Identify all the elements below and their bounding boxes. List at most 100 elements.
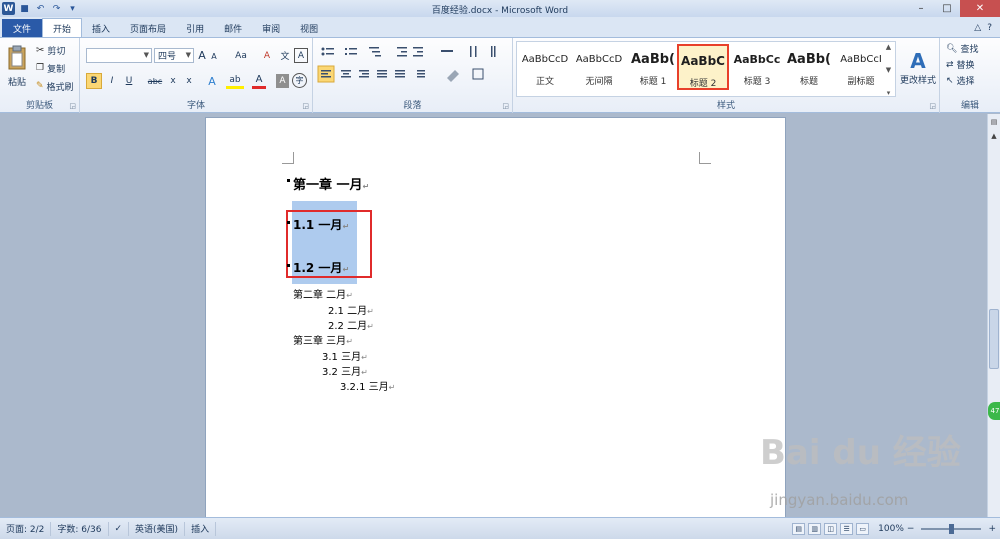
body-line[interactable]: 3.1 三月↵ — [322, 348, 368, 363]
paragraph-mark: ↵ — [367, 322, 374, 331]
replace-button[interactable]: ⇄ 替换 — [946, 58, 975, 72]
body-line[interactable]: 第三章 三月↵ — [293, 332, 353, 347]
body-line[interactable]: 2.2 二月↵ — [328, 317, 374, 332]
tab-file[interactable]: 文件 — [2, 19, 43, 37]
font-color-button[interactable]: A — [252, 73, 266, 89]
character-border-button[interactable]: A — [294, 48, 308, 63]
format-painter-button[interactable]: ✎ 格式刷 — [36, 79, 74, 93]
body-line[interactable]: 3.2 三月↵ — [322, 363, 368, 378]
side-badge[interactable]: 47 — [988, 402, 1000, 420]
style-heading-2[interactable]: AaBbC 标题 2 — [677, 44, 729, 90]
style-subtitle[interactable]: AaBbCcI 副标题 — [835, 44, 887, 90]
minimize-button[interactable]: – — [908, 0, 934, 17]
enclose-characters-button[interactable]: 字 — [292, 73, 307, 88]
paragraph-launcher-icon[interactable]: ◲ — [502, 102, 509, 110]
paste-button[interactable]: 粘贴 — [4, 42, 30, 90]
select-icon: ↖ — [946, 75, 954, 86]
window-title: 百度经验.docx - Microsoft Word — [431, 6, 569, 16]
style-sample: AaBbCcD — [521, 53, 569, 65]
tab-insert[interactable]: 插入 — [82, 19, 120, 37]
gallery-scroll[interactable]: ▲ ▼ ▾ — [883, 43, 894, 97]
find-button[interactable]: 🔍︎ 查找 — [946, 42, 978, 56]
select-button[interactable]: ↖ 选择 — [946, 74, 975, 88]
zoom-out-icon[interactable]: − — [907, 524, 915, 534]
heading-2-line[interactable]: 1.2 一月↵ — [293, 259, 349, 276]
font-size-combo[interactable]: 四号 ▼ — [154, 48, 194, 63]
customize-qat-icon[interactable]: ▾ — [66, 2, 79, 15]
style-name: 标题 3 — [743, 77, 771, 87]
body-line[interactable]: 2.1 二月↵ — [328, 302, 374, 317]
cut-button[interactable]: ✂ 剪切 — [36, 43, 65, 57]
text-effect-button[interactable]: A — [204, 73, 220, 89]
web-layout-view-icon[interactable]: ◫ — [824, 522, 838, 535]
style-title[interactable]: AaBb( 标题 — [783, 44, 835, 90]
ruler-toggle-icon[interactable]: ▤ — [988, 116, 1000, 128]
find-icon: 🔍︎ — [946, 43, 958, 54]
maximize-button[interactable]: □ — [934, 0, 960, 17]
scroll-up-icon[interactable]: ▲ — [988, 130, 1000, 142]
copy-button[interactable]: ❐ 复制 — [36, 61, 65, 75]
zoom-level[interactable]: 100% — [878, 524, 904, 534]
word-count[interactable]: 字数: 6/36 — [51, 521, 109, 536]
vertical-scrollbar[interactable]: ▤ ▲ — [987, 114, 1000, 517]
undo-icon[interactable]: ↶ — [34, 2, 47, 15]
heading-2-line[interactable]: 1.1 一月↵ — [293, 216, 349, 233]
change-case-button[interactable]: Aa — [232, 48, 250, 63]
shading-icon — [447, 70, 459, 82]
page-count[interactable]: 页面: 2/2 — [0, 521, 52, 536]
language[interactable]: 英语(美国) — [129, 521, 186, 536]
chevron-up-icon[interactable]: ▲ — [886, 43, 891, 51]
clear-format-button[interactable]: A — [260, 48, 274, 63]
body-line[interactable]: 3.2.1 三月↵ — [340, 378, 395, 393]
styles-launcher-icon[interactable]: ◲ — [929, 102, 936, 110]
redo-icon[interactable]: ↷ — [50, 2, 63, 15]
tab-view[interactable]: 视图 — [290, 19, 328, 37]
superscript-button[interactable]: x — [182, 73, 196, 89]
font-name-combo[interactable]: ▼ — [86, 48, 152, 63]
style-no-spacing[interactable]: AaBbCcD 无间隔 — [573, 44, 625, 90]
chevron-down-icon[interactable]: ▼ — [886, 66, 891, 74]
document-page[interactable]: 第一章 一月↵ 1.1 一月↵ 1.2 一月↵ 第二章 二月↵ 2.1 二月↵ … — [205, 117, 786, 517]
save-icon[interactable]: ■ — [18, 2, 31, 15]
tab-references[interactable]: 引用 — [176, 19, 214, 37]
word-app-icon[interactable]: W — [2, 2, 15, 15]
shrink-font-button[interactable]: A — [209, 50, 219, 63]
character-shading-button[interactable]: A — [276, 74, 289, 88]
underline-button[interactable]: U — [122, 73, 136, 89]
help-icon[interactable]: ? — [987, 23, 992, 33]
minimize-ribbon-icon[interactable]: △ — [974, 23, 981, 33]
italic-button[interactable]: I — [105, 73, 119, 89]
scroll-thumb[interactable] — [989, 309, 999, 369]
clipboard-launcher-icon[interactable]: ◲ — [69, 102, 76, 110]
zoom-slider-knob[interactable] — [949, 523, 955, 534]
insert-mode[interactable]: 插入 — [185, 521, 217, 536]
style-heading-1[interactable]: AaBb( 标题 1 — [627, 44, 679, 90]
proofing-icon[interactable]: ✓ — [109, 521, 130, 536]
phonetic-guide-button[interactable]: 文 — [278, 48, 292, 63]
strikethrough-button[interactable]: abc — [146, 73, 164, 89]
change-styles-button[interactable]: A 更改样式 — [898, 42, 938, 92]
tab-page-layout[interactable]: 页面布局 — [120, 19, 176, 37]
more-icon[interactable]: ▾ — [887, 89, 891, 97]
tab-home[interactable]: 开始 — [42, 18, 83, 37]
zoom-in-icon[interactable]: + — [988, 524, 996, 534]
zoom-slider[interactable] — [921, 523, 982, 534]
print-layout-view-icon[interactable]: ▤ — [792, 522, 806, 535]
document-area[interactable]: 第一章 一月↵ 1.1 一月↵ 1.2 一月↵ 第二章 二月↵ 2.1 二月↵ … — [0, 114, 987, 517]
highlight-button[interactable]: ab — [226, 73, 244, 89]
style-heading-3[interactable]: AaBbCc 标题 3 — [731, 44, 783, 90]
style-normal[interactable]: AaBbCcD 正文 — [519, 44, 571, 90]
outline-view-icon[interactable]: ☰ — [840, 522, 854, 535]
full-screen-view-icon[interactable]: ▥ — [808, 522, 822, 535]
subscript-button[interactable]: x — [166, 73, 180, 89]
close-button[interactable]: ✕ — [960, 0, 1000, 17]
draft-view-icon[interactable]: ▭ — [856, 522, 870, 535]
font-launcher-icon[interactable]: ◲ — [302, 102, 309, 110]
tab-mailings[interactable]: 邮件 — [214, 19, 252, 37]
tab-review[interactable]: 审阅 — [252, 19, 290, 37]
heading-1-line[interactable]: 第一章 一月↵ — [293, 174, 369, 193]
body-line[interactable]: 第二章 二月↵ — [293, 286, 353, 301]
grow-font-button[interactable]: A — [196, 48, 208, 63]
bold-button[interactable]: B — [86, 73, 102, 89]
editing-group-label: 编辑 — [960, 101, 979, 111]
